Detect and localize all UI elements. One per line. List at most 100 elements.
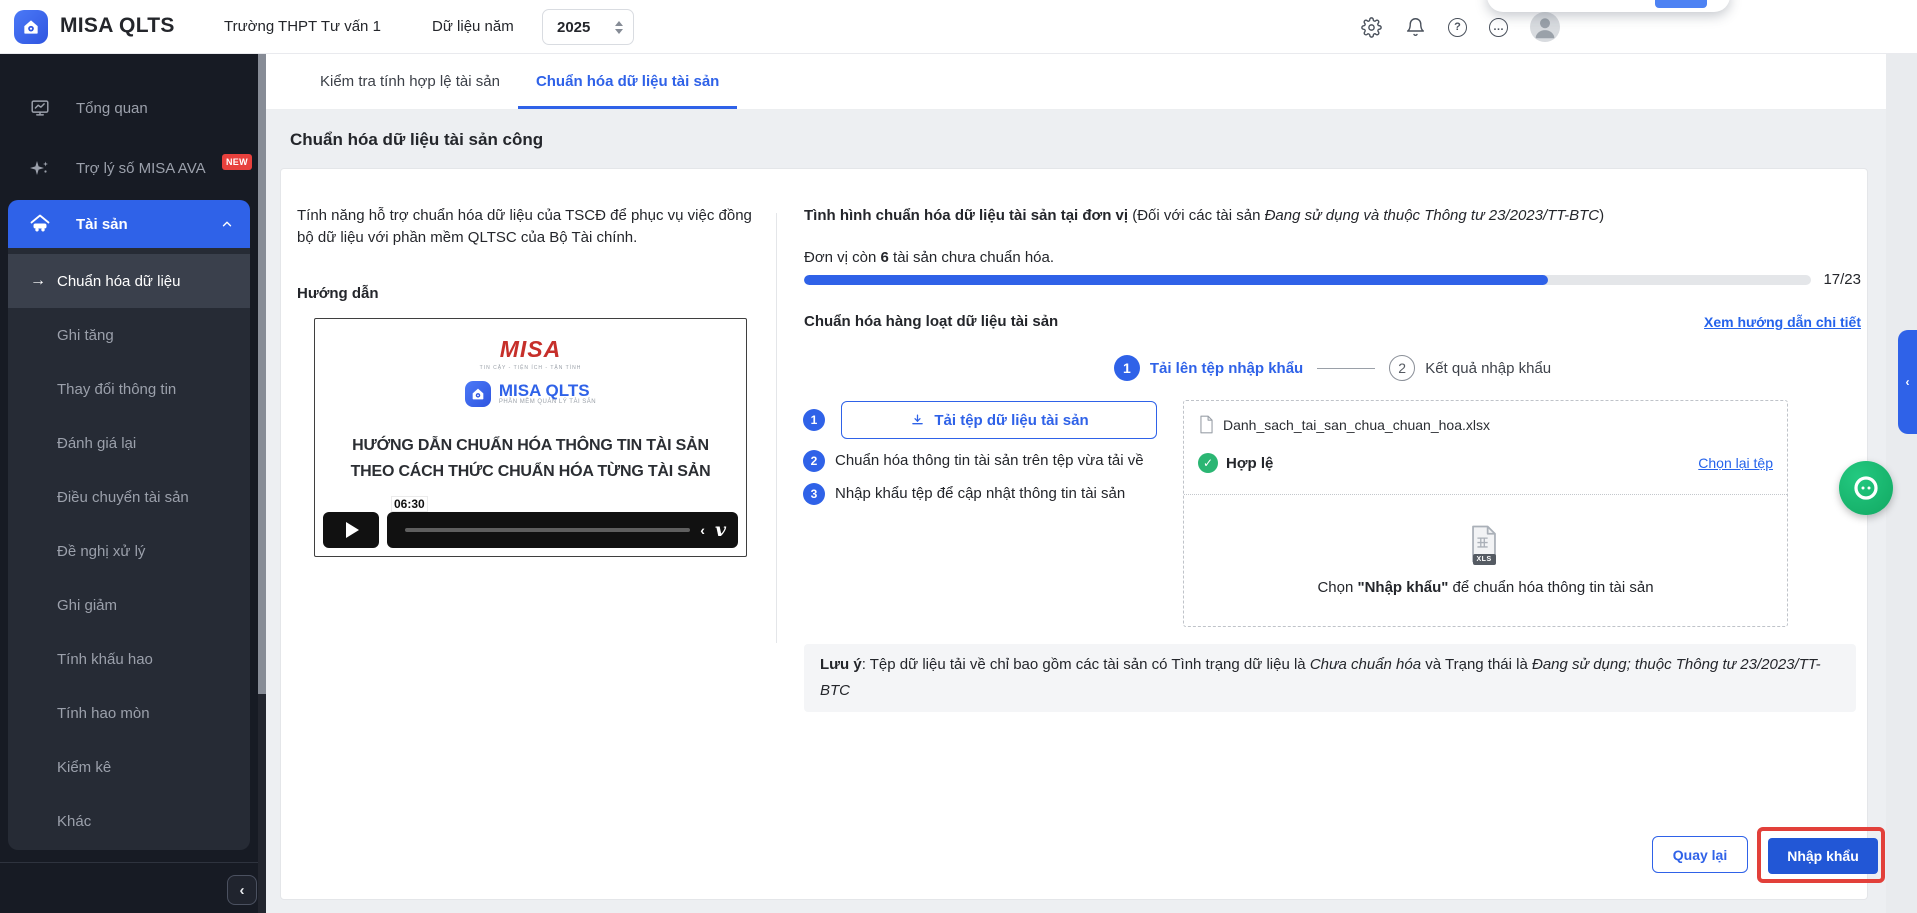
- sidebar-item-misa-ava[interactable]: Trợ lý số MISA AVA NEW: [0, 146, 258, 190]
- sidebar-collapse-button[interactable]: ‹: [227, 875, 257, 905]
- stepper-step-1: 1: [1114, 355, 1140, 381]
- sidebar-subitem-label: Điều chuyển tài sản: [57, 489, 189, 506]
- import-stepper: 1 Tải lên tệp nhập khẩu 2 Kết quả nhập k…: [804, 355, 1861, 381]
- sidebar-subitem-inventory[interactable]: Kiểm kê: [8, 740, 250, 794]
- download-asset-file-button[interactable]: Tải tệp dữ liệu tài sản: [841, 401, 1157, 439]
- vimeo-logo[interactable]: v: [715, 519, 726, 541]
- year-selector[interactable]: 2025: [542, 9, 634, 45]
- step-1-number: 1: [803, 409, 825, 431]
- note-label: Lưu ý: [820, 656, 862, 673]
- video-play-button[interactable]: [323, 512, 379, 548]
- app-logo[interactable]: [14, 10, 48, 44]
- sidebar-subitem-asset-transfer[interactable]: Điều chuyển tài sản: [8, 470, 250, 524]
- sidebar-subitem-record-increase[interactable]: Ghi tăng: [8, 308, 250, 362]
- sidebar-item-label: Tổng quan: [76, 100, 148, 117]
- cutoff-popup-button: [1655, 0, 1707, 8]
- sidebar-scrollbar-thumb[interactable]: [258, 54, 266, 694]
- guide-video-player[interactable]: MISA TIN CẬY - TIỆN ÍCH - TẬN TÌNH MISA …: [314, 318, 747, 557]
- chat-bubble-icon: [1851, 473, 1881, 503]
- main-content: Kiểm tra tính hợp lệ tài sản Chuẩn hóa d…: [266, 54, 1886, 913]
- tab-bar: Kiểm tra tính hợp lệ tài sản Chuẩn hóa d…: [266, 54, 1886, 110]
- import-button[interactable]: Nhập khẩu: [1768, 838, 1878, 874]
- year-label: Dữ liệu năm: [432, 18, 514, 35]
- batch-title: Chuẩn hóa hàng loạt dữ liệu tài sản: [804, 313, 1058, 330]
- sidebar-subitem-label: Thay đổi thông tin: [57, 381, 176, 398]
- tab-validity-check[interactable]: Kiểm tra tính hợp lệ tài sản: [302, 54, 518, 109]
- sidebar-subitem-standardize-data[interactable]: → Chuẩn hóa dữ liệu: [8, 254, 250, 308]
- video-control-bar: ‹ v: [387, 512, 738, 548]
- sidebar-item-label: Tài sản: [76, 216, 128, 233]
- sidebar-subitem-revaluation[interactable]: Đánh giá lại: [8, 416, 250, 470]
- sidebar-item-assets[interactable]: Tài sản: [8, 200, 250, 248]
- more-options-icon[interactable]: …: [1489, 18, 1508, 37]
- sidebar-subitem-record-decrease[interactable]: Ghi giảm: [8, 578, 250, 632]
- reselect-file-link[interactable]: Chọn lại tệp: [1698, 455, 1773, 471]
- sidebar-subitem-label: Kiểm kê: [57, 759, 111, 776]
- support-chat-button[interactable]: [1839, 461, 1893, 515]
- progress-fill: [804, 275, 1548, 285]
- new-badge: NEW: [222, 154, 252, 170]
- sidebar-scrollbar: [258, 54, 266, 913]
- back-button[interactable]: Quay lại: [1652, 836, 1748, 873]
- unit-name[interactable]: Trường THPT Tư vấn 1: [224, 18, 381, 35]
- page-title: Chuẩn hóa dữ liệu tài sản công: [290, 130, 543, 150]
- panel-divider: [776, 213, 777, 643]
- user-avatar[interactable]: [1530, 12, 1560, 42]
- help-icon[interactable]: ?: [1448, 18, 1467, 37]
- upload-dropzone: Danh_sach_tai_san_chua_chuan_hoa.xlsx ✓ …: [1183, 400, 1788, 627]
- sidebar-item-overview[interactable]: Tổng quan: [0, 86, 258, 130]
- stepper-step-1-label[interactable]: Tải lên tệp nhập khẩu: [1150, 360, 1303, 377]
- video-app-subtitle: PHẦN MỀM QUẢN LÝ TÀI SẢN: [499, 399, 596, 405]
- hint-prefix: Chọn: [1317, 579, 1357, 596]
- video-app-name: MISA QLTS: [499, 383, 596, 399]
- spin-down-icon[interactable]: [615, 29, 623, 34]
- step-3-text: Nhập khẩu tệp để cập nhật thông tin tài …: [835, 485, 1125, 502]
- app-root: MISA QLTS Trường THPT Tư vấn 1 Dữ liệu n…: [0, 0, 1917, 913]
- import-hint-area: XLS Chọn "Nhập khẩu" để chuẩn hóa thông …: [1184, 494, 1787, 626]
- status-line: Tình hình chuẩn hóa dữ liệu tài sản tại …: [804, 207, 1859, 224]
- brand-title: MISA QLTS: [60, 14, 175, 38]
- assets-submenu: → Chuẩn hóa dữ liệu Ghi tăng Thay đổi th…: [8, 248, 250, 850]
- batch-row: Chuẩn hóa hàng loạt dữ liệu tài sản Xem …: [804, 313, 1861, 330]
- import-hint-text: Chọn "Nhập khẩu" để chuẩn hóa thông tin …: [1317, 579, 1653, 596]
- sidebar-subitem-label: Đánh giá lại: [57, 435, 136, 452]
- sidebar-subitem-wear[interactable]: Tính hao mòn: [8, 686, 250, 740]
- detailed-guide-link[interactable]: Xem hướng dẫn chi tiết: [1704, 314, 1861, 330]
- download-icon: [909, 412, 926, 429]
- year-spinner[interactable]: [615, 21, 623, 34]
- file-status-row: ✓ Hợp lệ Chọn lại tệp: [1198, 453, 1773, 473]
- chevron-up-icon[interactable]: [220, 217, 234, 231]
- video-title-line2: THEO CÁCH THỨC CHUẨN HÓA TỪNG TÀI SẢN: [315, 463, 746, 481]
- uploaded-file-name: Danh_sach_tai_san_chua_chuan_hoa.xlsx: [1223, 417, 1490, 433]
- settings-gear-icon[interactable]: [1360, 16, 1382, 38]
- stepper-step-2: 2: [1389, 355, 1415, 381]
- tab-standardize-data[interactable]: Chuẩn hóa dữ liệu tài sản: [518, 54, 737, 109]
- sidebar-subitem-change-info[interactable]: Thay đổi thông tin: [8, 362, 250, 416]
- note-box: Lưu ý: Tệp dữ liệu tải về chỉ bao gồm cá…: [804, 644, 1856, 712]
- hint-suffix: để chuẩn hóa thông tin tài sản: [1448, 579, 1653, 596]
- status-prefix: (Đối với các tài sản: [1128, 207, 1265, 224]
- title-band: Chuẩn hóa dữ liệu tài sản công: [266, 111, 1886, 168]
- sidebar-subitem-label: Tính hao mòn: [57, 705, 150, 722]
- video-progress-bar[interactable]: [405, 528, 690, 532]
- misa-logo: MISA: [315, 339, 746, 359]
- sidebar-subitem-disposal-request[interactable]: Đề nghị xử lý: [8, 524, 250, 578]
- spin-up-icon[interactable]: [615, 21, 623, 26]
- video-duration: 06:30: [392, 497, 427, 511]
- collapsed-panel-tab[interactable]: ‹: [1898, 330, 1917, 434]
- sidebar-subitem-other[interactable]: Khác: [8, 794, 250, 848]
- sidebar-subitem-depreciation[interactable]: Tính khấu hao: [8, 632, 250, 686]
- notification-bell-icon[interactable]: [1404, 16, 1426, 38]
- chevron-left-icon: ‹: [240, 882, 245, 899]
- sidebar-subitem-label: Ghi tăng: [57, 327, 114, 344]
- xls-badge: XLS: [1473, 554, 1496, 565]
- hint-bold: "Nhập khẩu": [1357, 579, 1448, 596]
- stepper-step-2-label[interactable]: Kết quả nhập khẩu: [1425, 360, 1551, 377]
- status-suffix: ): [1599, 207, 1604, 224]
- video-chevron-icon[interactable]: ‹: [700, 522, 705, 538]
- cutoff-popup: [1487, 0, 1730, 12]
- remaining-count: 6: [881, 249, 889, 266]
- stepper-connector: [1317, 368, 1375, 369]
- chevron-left-icon: ‹: [1906, 375, 1910, 389]
- sidebar-subitem-label: Chuẩn hóa dữ liệu: [57, 273, 180, 290]
